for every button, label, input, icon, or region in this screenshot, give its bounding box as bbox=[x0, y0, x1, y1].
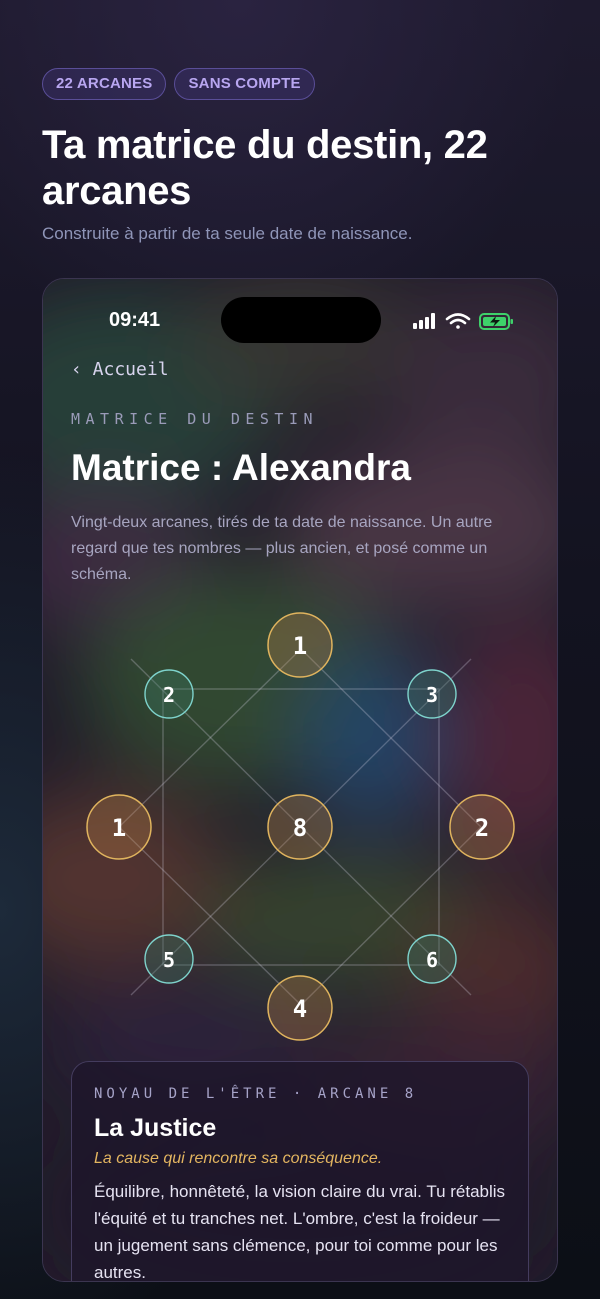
arcane-node-bottom-left[interactable]: 5 bbox=[144, 934, 194, 984]
card-tagline: La cause qui rencontre sa conséquence. bbox=[94, 1150, 383, 1167]
svg-text:4: 4 bbox=[293, 995, 307, 1023]
badge-no-account: SANS COMPTE bbox=[174, 68, 315, 100]
arcane-node-top[interactable]: 1 bbox=[267, 612, 333, 678]
badge-row: 22 ARCANES SANS COMPTE bbox=[42, 68, 315, 100]
svg-text:1: 1 bbox=[293, 632, 307, 660]
svg-text:3: 3 bbox=[426, 683, 438, 707]
arcane-node-bottom[interactable]: 4 bbox=[267, 975, 333, 1041]
phone-frame: 09:41 ‹ Accueil MATRICE DU DESTIN Matric… bbox=[42, 278, 558, 1282]
svg-text:5: 5 bbox=[163, 948, 175, 972]
hero-title: Ta matrice du destin, 22 arcanes bbox=[42, 123, 488, 213]
arcane-node-top-left[interactable]: 2 bbox=[144, 669, 194, 719]
svg-text:8: 8 bbox=[293, 814, 307, 842]
svg-text:6: 6 bbox=[426, 948, 438, 972]
svg-text:2: 2 bbox=[475, 814, 489, 842]
arcane-node-bottom-right[interactable]: 6 bbox=[407, 934, 457, 984]
arcane-node-left[interactable]: 1 bbox=[86, 794, 152, 860]
badge-arcanes: 22 ARCANES bbox=[42, 68, 167, 100]
svg-text:2: 2 bbox=[163, 683, 175, 707]
hero-subtitle: Construite à partir de ta seule date de … bbox=[42, 224, 413, 243]
arcane-node-center[interactable]: 8 bbox=[267, 794, 333, 860]
card-eyebrow: NOYAU DE L'ÊTRE · ARCANE 8 bbox=[94, 1086, 418, 1102]
svg-text:1: 1 bbox=[112, 814, 126, 842]
arcane-node-right[interactable]: 2 bbox=[449, 794, 515, 860]
arcane-detail-card: NOYAU DE L'ÊTRE · ARCANE 8 La Justice La… bbox=[71, 1061, 529, 1282]
arcane-node-top-right[interactable]: 3 bbox=[407, 669, 457, 719]
card-body: Équilibre, honnêteté, la vision claire d… bbox=[94, 1182, 506, 1282]
card-title: La Justice bbox=[94, 1114, 217, 1142]
